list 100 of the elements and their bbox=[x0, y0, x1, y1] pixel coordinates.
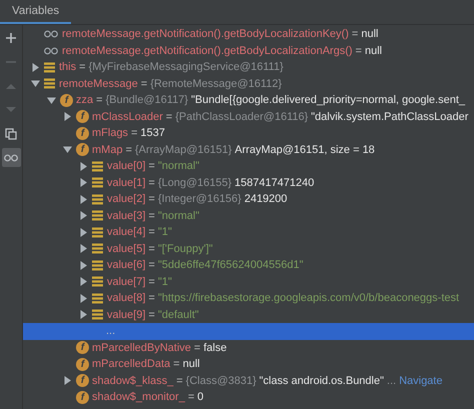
tree-row[interactable]: remoteMessage = {RemoteMessage@16112} bbox=[23, 76, 474, 92]
expand-arrow-icon[interactable] bbox=[79, 228, 88, 237]
expand-arrow-icon[interactable] bbox=[79, 260, 88, 270]
tree-row[interactable]: ... bbox=[23, 323, 474, 340]
expand-arrow-icon[interactable] bbox=[79, 294, 88, 303]
tree-row[interactable]: value[2] = {Integer@16156} 2419200 bbox=[23, 191, 474, 208]
expand-arrow-icon[interactable] bbox=[79, 310, 88, 320]
variable-name: value[4] bbox=[107, 226, 146, 238]
expand-arrow-icon[interactable] bbox=[79, 277, 88, 286]
variable-name: value[1] bbox=[107, 176, 146, 189]
equals-sign: = bbox=[148, 259, 155, 272]
equals-sign: = bbox=[148, 176, 155, 189]
variable-value: ArrayMap@16151, size = 18 bbox=[234, 144, 375, 156]
tree-row[interactable]: value[6] = "5dde6ffe47f65624004556d1" bbox=[23, 257, 474, 274]
expand-arrow-icon[interactable] bbox=[79, 162, 88, 171]
variable-value: 1537 bbox=[140, 127, 165, 140]
variable-name: mFlags bbox=[92, 127, 128, 140]
equals-sign: = bbox=[194, 342, 200, 354]
type-label: {PathClassLoader@16116} bbox=[175, 110, 308, 123]
list-icon bbox=[44, 78, 55, 90]
variable-value: 2419200 bbox=[244, 193, 288, 206]
variable-name: mParcelledByNative bbox=[92, 342, 192, 354]
expand-arrow-icon[interactable] bbox=[63, 112, 72, 122]
expand-arrow-icon[interactable] bbox=[79, 178, 88, 188]
list-icon bbox=[92, 210, 103, 222]
list-icon bbox=[92, 177, 103, 188]
type-label: {MyFirebaseMessagingService@16111} bbox=[88, 61, 284, 74]
expand-arrow-icon[interactable] bbox=[79, 244, 88, 254]
variable-name: mParcelledData bbox=[92, 358, 170, 370]
list-icon bbox=[92, 226, 103, 238]
variable-name: this bbox=[59, 61, 76, 74]
list-icon bbox=[92, 260, 103, 271]
variable-name: remoteMessage.getNotification().getBodyLocalizationKey() bbox=[62, 28, 349, 40]
expand-arrow-icon[interactable] bbox=[79, 211, 88, 220]
type-label: {ArrayMap@16151} bbox=[135, 144, 232, 156]
tree-row[interactable]: f mMap = {ArrayMap@16151} ArrayMap@16151, size = 18 bbox=[23, 142, 474, 158]
navigate-link[interactable]: Navigate bbox=[399, 374, 442, 387]
tree-row[interactable]: value[4] = "1" bbox=[23, 224, 474, 240]
equals-sign: = bbox=[188, 391, 194, 404]
tree-row[interactable]: f mFlags = 1537 bbox=[23, 125, 474, 142]
tree-row[interactable]: f mParcelledData = null bbox=[23, 356, 474, 372]
variable-value: "1" bbox=[158, 276, 172, 288]
tree-row[interactable]: f mClassLoader = {PathClassLoader@16116} "dalvik.system.PathClassLoader bbox=[23, 108, 474, 125]
expand-arrow-icon[interactable] bbox=[31, 62, 40, 72]
equals-sign: = bbox=[166, 110, 172, 123]
equals-sign: = bbox=[79, 61, 86, 74]
tree-row[interactable]: remoteMessage.getNotification().getBodyLocalizationKey() = null bbox=[23, 26, 474, 42]
variable-value: "Bundle[{google.delivered_priority=normal, google.sent_ bbox=[191, 94, 466, 106]
glasses-button[interactable] bbox=[2, 148, 20, 167]
tree-row[interactable]: f mParcelledByNative = false bbox=[23, 340, 474, 356]
collapse-arrow-icon[interactable] bbox=[63, 145, 72, 154]
tree-row[interactable]: this = {MyFirebaseMessagingService@16111} bbox=[23, 59, 474, 76]
list-icon bbox=[92, 309, 103, 320]
field-icon: f bbox=[76, 374, 89, 388]
field-icon: f bbox=[76, 126, 89, 140]
type-label: {Long@16155} bbox=[158, 176, 232, 189]
tree-row[interactable]: remoteMessage.getNotification().getBodyLocalizationArgs() = null bbox=[23, 42, 474, 59]
list-icon bbox=[92, 292, 103, 304]
variable-value: "default" bbox=[158, 308, 199, 321]
tree-row[interactable]: value[0] = "normal" bbox=[23, 158, 474, 174]
field-icon: f bbox=[76, 143, 89, 156]
variable-value: "1" bbox=[158, 226, 172, 238]
type-label: {RemoteMessage@16112} bbox=[150, 78, 282, 90]
tree-row[interactable]: value[8] = "https://firebasestorage.googleapis.com/v0/b/beaconeggs-test bbox=[23, 290, 474, 306]
tree-row[interactable]: value[9] = "default" bbox=[23, 306, 474, 323]
tree-row[interactable]: f zza = {Bundle@16117} "Bundle[{google.delivered_priority=normal, google.sent_ bbox=[23, 92, 474, 108]
equals-sign: = bbox=[148, 308, 155, 321]
equals-sign: = bbox=[148, 292, 155, 304]
field-icon: f bbox=[76, 341, 89, 354]
tree-row[interactable]: f shadow$_monitor_ = 0 bbox=[23, 389, 474, 406]
variable-name: value[0] bbox=[107, 160, 146, 172]
tree-row[interactable]: value[3] = "normal" bbox=[23, 208, 474, 224]
variable-value: "class android.os.Bundle" bbox=[259, 374, 384, 387]
field-icon: f bbox=[76, 110, 89, 124]
tree-row[interactable]: f shadow$_klass_ = {Class@3831} "class android.os.Bundle" ... Navigate bbox=[23, 372, 474, 389]
list-icon bbox=[92, 194, 103, 205]
field-icon: f bbox=[60, 94, 73, 107]
collapse-arrow-icon[interactable] bbox=[47, 96, 56, 105]
variable-value: false bbox=[203, 342, 227, 354]
field-icon: f bbox=[76, 390, 89, 404]
equals-sign: = bbox=[352, 28, 358, 40]
variable-name: remoteMessage.getNotification().getBodyLocalizationArgs() bbox=[62, 44, 352, 57]
type-label: {Integer@16156} bbox=[158, 193, 242, 206]
list-icon bbox=[92, 243, 103, 254]
variable-name: value[2] bbox=[107, 193, 146, 206]
tree-row[interactable]: value[1] = {Long@16155} 1587417471240 bbox=[23, 174, 474, 191]
expand-arrow-icon[interactable] bbox=[63, 376, 72, 386]
tree-row[interactable]: value[5] = "['Fouppy']" bbox=[23, 240, 474, 257]
collapse-arrow-icon[interactable] bbox=[31, 79, 40, 88]
variables-tab[interactable]: Variables bbox=[0, 0, 72, 24]
variable-name: value[8] bbox=[107, 292, 146, 304]
more-text: ... bbox=[105, 325, 116, 338]
variable-value: "['Fouppy']" bbox=[158, 242, 213, 255]
tree-row[interactable]: value[7] = "1" bbox=[23, 274, 474, 290]
variable-value: "5dde6ffe47f65624004556d1" bbox=[158, 259, 304, 272]
list-icon bbox=[44, 62, 55, 73]
expand-arrow-icon[interactable] bbox=[79, 194, 88, 204]
copy-icon bbox=[5, 128, 17, 140]
variable-value: null bbox=[182, 358, 200, 370]
ellipsis-text: ... bbox=[386, 374, 396, 387]
